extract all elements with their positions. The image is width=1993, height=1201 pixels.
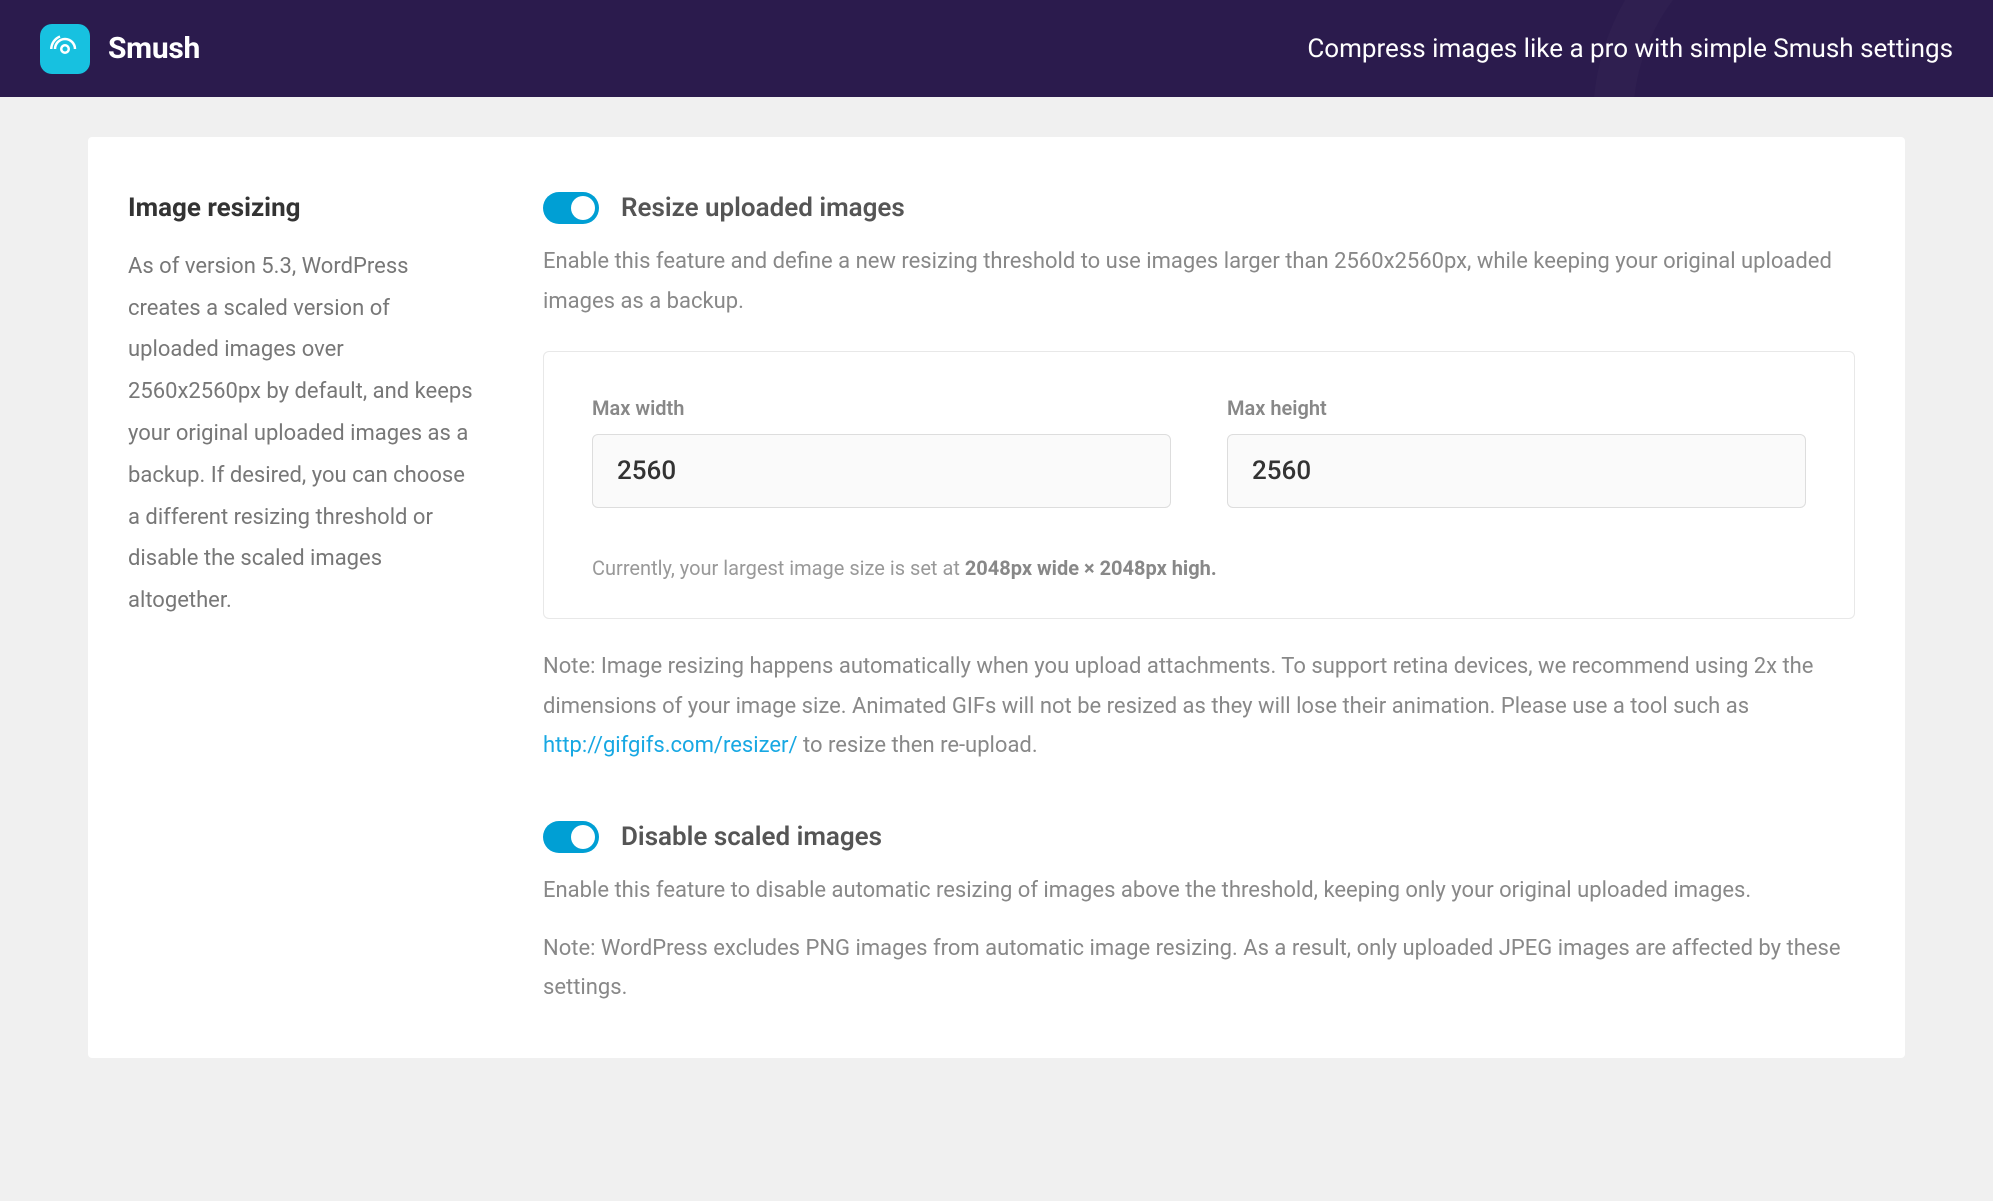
smush-logo-icon bbox=[40, 24, 90, 74]
section-side: Image resizing As of version 5.3, WordPr… bbox=[128, 192, 473, 1008]
section-description: As of version 5.3, WordPress creates a s… bbox=[128, 246, 473, 622]
disable-description: Enable this feature to disable automatic… bbox=[543, 871, 1855, 911]
disable-title: Disable scaled images bbox=[621, 822, 882, 852]
resize-note-after: to resize then re-upload. bbox=[798, 733, 1038, 758]
current-size-prefix: Currently, your largest image size is se… bbox=[592, 556, 965, 580]
disable-scaled-toggle[interactable] bbox=[543, 821, 599, 853]
option-disable-scaled: Disable scaled images Enable this featur… bbox=[543, 821, 1855, 1008]
settings-card: Image resizing As of version 5.3, WordPr… bbox=[88, 137, 1905, 1058]
app-header: Smush Compress images like a pro with si… bbox=[0, 0, 1993, 97]
max-height-input[interactable] bbox=[1227, 434, 1806, 508]
max-height-field: Max height bbox=[1227, 396, 1806, 508]
option-resize-uploaded: Resize uploaded images Enable this featu… bbox=[543, 192, 1855, 766]
max-height-label: Max height bbox=[1227, 396, 1806, 420]
resize-description: Enable this feature and define a new res… bbox=[543, 242, 1855, 321]
resize-toggle[interactable] bbox=[543, 192, 599, 224]
gif-resizer-link[interactable]: http://gifgifs.com/resizer/ bbox=[543, 733, 798, 758]
brand-title: Smush bbox=[108, 31, 200, 66]
max-width-label: Max width bbox=[592, 396, 1171, 420]
resize-note: Note: Image resizing happens automatical… bbox=[543, 647, 1855, 766]
max-width-field: Max width bbox=[592, 396, 1171, 508]
section-title: Image resizing bbox=[128, 192, 473, 226]
header-tagline: Compress images like a pro with simple S… bbox=[1307, 34, 1953, 64]
section-main: Resize uploaded images Enable this featu… bbox=[543, 192, 1855, 1008]
resize-settings-box: Max width Max height Currently, your lar… bbox=[543, 351, 1855, 619]
disable-note: Note: WordPress excludes PNG images from… bbox=[543, 929, 1855, 1008]
current-size-note: Currently, your largest image size is se… bbox=[592, 556, 1806, 580]
max-width-input[interactable] bbox=[592, 434, 1171, 508]
current-size-value: 2048px wide × 2048px high. bbox=[965, 556, 1217, 580]
resize-note-before: Note: Image resizing happens automatical… bbox=[543, 654, 1813, 719]
resize-title: Resize uploaded images bbox=[621, 193, 905, 223]
brand: Smush bbox=[40, 24, 200, 74]
